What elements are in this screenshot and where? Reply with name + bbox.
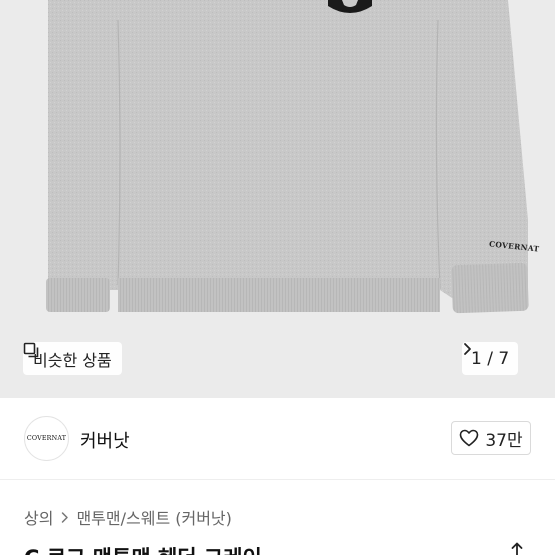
similar-items-button[interactable]: 비슷한 상품 [23,342,122,375]
chevron-right-icon [60,511,69,524]
product-image-area[interactable]: COVERNAT 비슷한 상품 1 / 7 [0,0,555,398]
like-button[interactable]: 37만 [451,421,531,455]
similar-items-label: 비슷한 상품 [33,350,112,370]
breadcrumb-item-category[interactable]: 상의 [24,505,53,529]
brand-row: COVERNAT 커버낫 37만 [0,398,555,480]
chevron-right-icon [464,343,471,355]
brand-name[interactable]: 커버낫 [80,427,130,453]
breadcrumb-item-subcategory[interactable]: 맨투맨/스웨트 (커버낫) [76,505,231,529]
page-indicator-text: 1 / 7 [471,348,510,369]
brand-logo[interactable]: COVERNAT [24,416,69,461]
share-icon[interactable] [508,542,526,555]
image-page-indicator[interactable]: 1 / 7 [462,342,519,375]
product-title-row: C 로고 맨투맨 헤더 그레이 [0,538,555,555]
breadcrumb: 상의 맨투맨/스웨트 (커버낫) [24,505,232,529]
heart-icon [460,429,479,447]
like-count: 37만 [485,430,523,451]
similar-items-icon [23,342,39,358]
product-title: C 로고 맨투맨 헤더 그레이 [24,542,262,555]
sweatshirt-photo [46,0,529,314]
brand-logo-text: COVERNAT [26,435,67,442]
